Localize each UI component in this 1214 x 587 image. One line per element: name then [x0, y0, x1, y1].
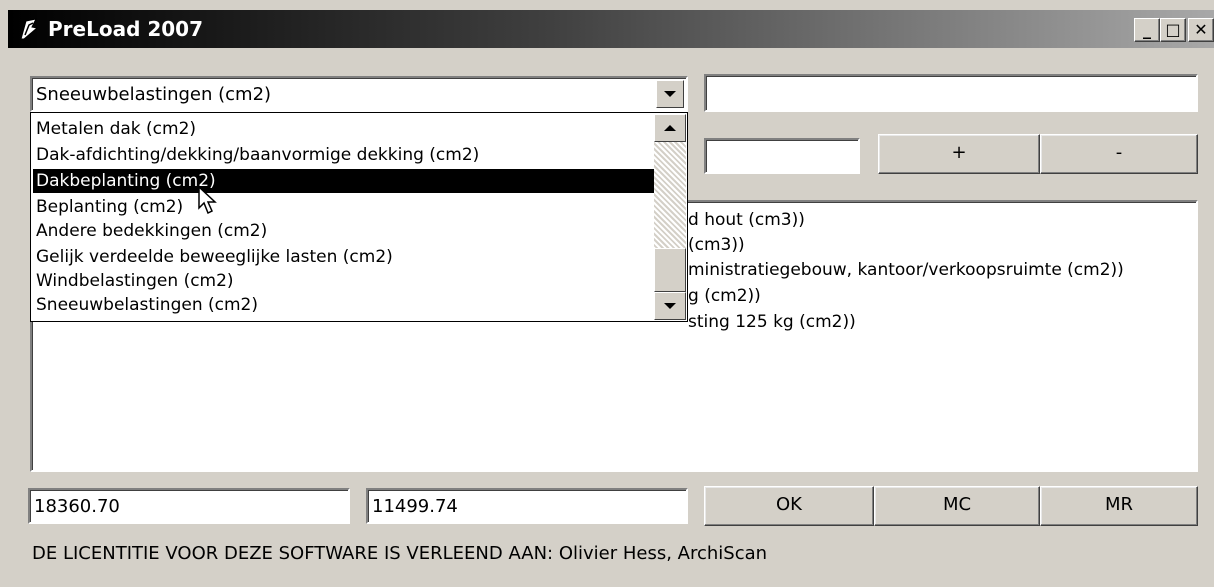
minimize-button[interactable]: _	[1134, 18, 1160, 42]
memo-line: ministratiegebouw, kantoor/verkoopsruimt…	[688, 260, 1124, 280]
memo-line: sting 125 kg (cm2))	[688, 312, 856, 332]
scroll-down-button[interactable]	[654, 292, 686, 320]
window-title: PreLoad 2007	[48, 17, 204, 41]
minimize-icon: _	[1143, 20, 1151, 39]
chevron-down-icon	[664, 91, 676, 97]
app-icon	[20, 18, 39, 40]
total-left-value: 18360.70	[34, 496, 120, 517]
description-field[interactable]	[704, 74, 1198, 112]
combobox-value: Sneeuwbelastingen (cm2)	[36, 84, 272, 105]
minus-button[interactable]: -	[1040, 134, 1198, 174]
mouse-cursor-icon	[198, 186, 217, 215]
dropdown-scrollbar[interactable]	[654, 114, 686, 320]
memo-line: g (cm2))	[688, 286, 761, 306]
app-window: PreLoad 2007 _ □ ✕ Sneeuwbelastingen (cm…	[0, 0, 1214, 587]
dropdown-item[interactable]: Sneeuwbelastingen (cm2)	[33, 293, 656, 317]
maximize-button[interactable]: □	[1160, 18, 1186, 42]
memo-line: d hout (cm3))	[688, 210, 805, 230]
close-icon: ✕	[1194, 20, 1208, 39]
dropdown-item[interactable]: Beplanting (cm2)	[33, 195, 656, 219]
quantity-field[interactable]	[704, 138, 860, 174]
category-combobox[interactable]: Sneeuwbelastingen (cm2)	[30, 76, 688, 112]
scroll-thumb[interactable]	[654, 248, 686, 292]
dropdown-item-selected[interactable]: Dakbeplanting (cm2)	[33, 169, 656, 193]
scroll-up-icon	[664, 125, 676, 131]
plus-button[interactable]: +	[878, 134, 1040, 174]
title-bar[interactable]: PreLoad 2007 _ □ ✕	[8, 10, 1214, 48]
scroll-up-button[interactable]	[654, 114, 686, 142]
license-text: DE LICENTITIE VOOR DEZE SOFTWARE IS VERL…	[32, 543, 768, 564]
combobox-dropdown-button[interactable]	[656, 80, 684, 108]
dropdown-item[interactable]: Metalen dak (cm2)	[33, 117, 656, 141]
memo-line: (cm3))	[688, 235, 745, 255]
ok-button[interactable]: OK	[704, 486, 874, 526]
category-dropdown-list[interactable]: Metalen dak (cm2) Dak-afdichting/dekking…	[30, 112, 688, 322]
dropdown-item[interactable]: Gelijk verdeelde beweeglijke lasten (cm2…	[33, 245, 656, 269]
total-right-field[interactable]: 11499.74	[366, 488, 688, 524]
dropdown-item[interactable]: Andere bedekkingen (cm2)	[33, 219, 656, 243]
total-right-value: 11499.74	[372, 496, 458, 517]
memory-clear-button[interactable]: MC	[874, 486, 1040, 526]
dropdown-item[interactable]: Windbelastingen (cm2)	[33, 269, 656, 293]
dropdown-item[interactable]: Dak-afdichting/dekking/baanvormige dekki…	[33, 143, 656, 167]
maximize-icon: □	[1165, 20, 1181, 39]
close-button[interactable]: ✕	[1188, 18, 1214, 42]
total-left-field[interactable]: 18360.70	[28, 488, 350, 524]
memory-recall-button[interactable]: MR	[1040, 486, 1198, 526]
scroll-down-icon	[664, 303, 676, 309]
